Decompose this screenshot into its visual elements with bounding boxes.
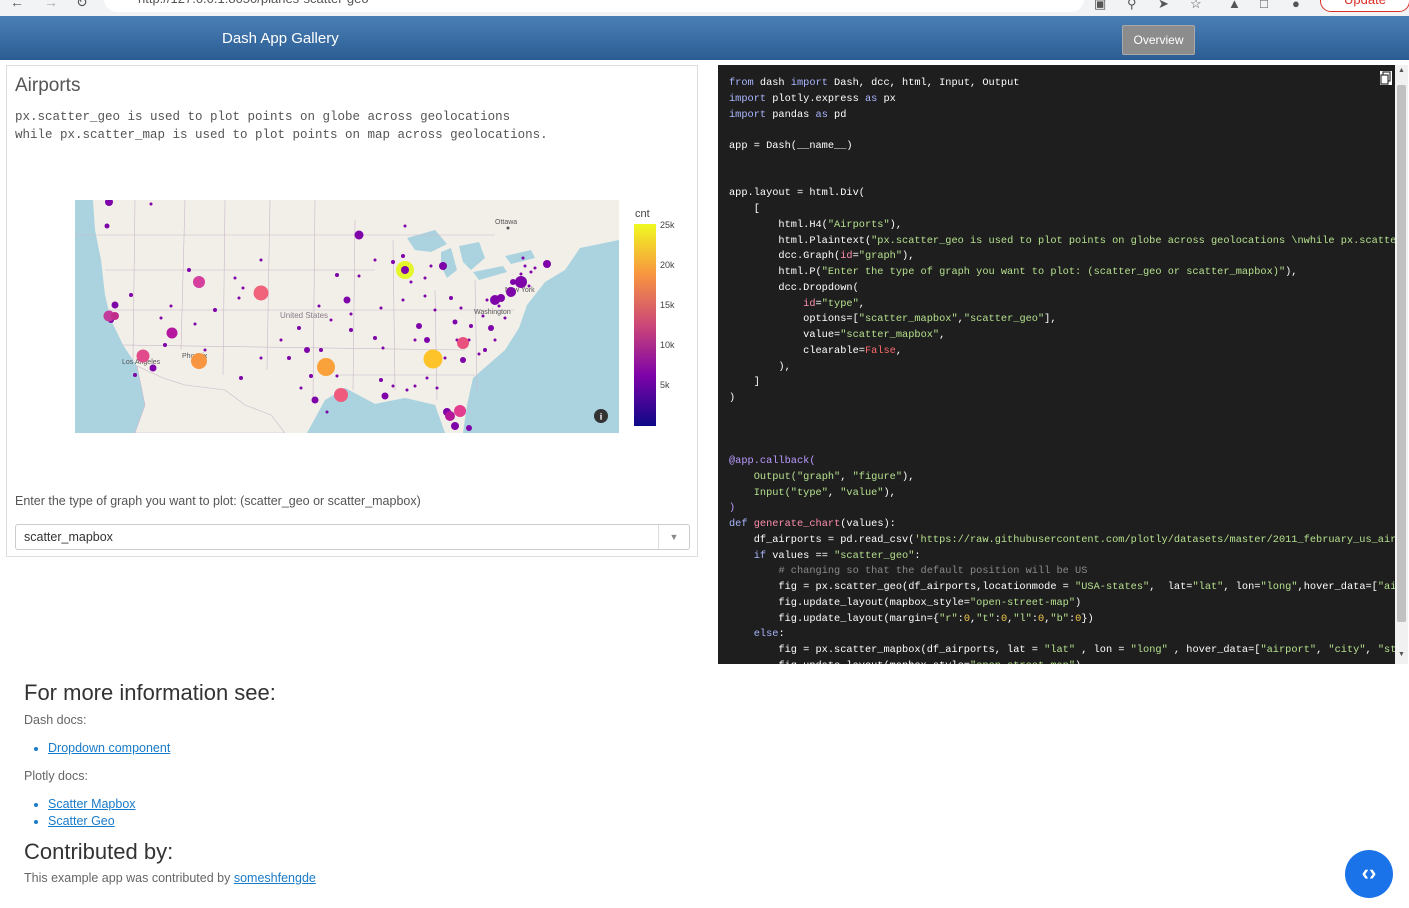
map-label-ottawa: Ottawa [495, 219, 517, 226]
app-title[interactable]: Dash App Gallery [222, 30, 339, 47]
colorbar-tick: 25k [660, 220, 675, 230]
zoom-icon[interactable]: ⚲ [1127, 0, 1137, 12]
graph-type-dropdown[interactable]: scatter_mapbox ▼ [15, 524, 690, 550]
airports-map[interactable]: Ottawa United States New York Washington… [75, 200, 619, 433]
graph-type-prompt: Enter the type of graph you want to plot… [15, 494, 421, 508]
description-plaintext: px.scatter_geo is used to plot points on… [15, 110, 548, 142]
plotly-docs-label: Plotly docs: [24, 769, 88, 783]
contributed-heading: Contributed by: [24, 839, 174, 864]
scroll-up-icon[interactable]: ▲ [1395, 67, 1408, 74]
colorbar-tick: 20k [660, 260, 675, 270]
forward-icon[interactable]: → [44, 0, 58, 10]
update-button[interactable]: Update [1320, 0, 1409, 12]
dropdown-value: scatter_mapbox [24, 530, 113, 544]
scatter-mapbox-link[interactable]: Scatter Mapbox [48, 797, 136, 811]
card-title: Airports [15, 75, 81, 96]
source-code-panel[interactable]: from dash import Dash, dcc, html, Input,… [718, 65, 1395, 664]
share-icon[interactable]: ➤ [1158, 0, 1169, 12]
copy-icon[interactable] [1380, 71, 1392, 85]
tab-search-icon[interactable]: □ [1260, 0, 1268, 11]
extension-icon[interactable]: ▲ [1228, 0, 1241, 11]
contributor-link[interactable]: someshfengde [234, 871, 316, 885]
app-card: Airports px.scatter_geo is used to plot … [6, 65, 698, 557]
bookmark-star-icon[interactable]: ☆ [1190, 0, 1202, 12]
dropdown-component-link[interactable]: Dropdown component [48, 741, 170, 755]
scroll-down-icon[interactable]: ▼ [1395, 651, 1408, 658]
dash-docs-label: Dash docs: [24, 713, 87, 727]
translate-icon[interactable]: ▣ [1094, 0, 1106, 12]
overview-button[interactable]: Overview [1122, 25, 1195, 55]
map-label-united-states: United States [280, 311, 328, 320]
more-info-section: For more information see: Dash docs: Dro… [24, 680, 924, 885]
colorbar-tick: 10k [660, 340, 675, 350]
profile-icon[interactable]: ● [1292, 0, 1300, 11]
reload-icon[interactable]: ↻ [76, 0, 88, 11]
scatter-geo-link[interactable]: Scatter Geo [48, 814, 115, 828]
code-scrollbar[interactable]: ▲ ▼ [1395, 65, 1408, 664]
scrollbar-thumb[interactable] [1397, 85, 1406, 622]
contributed-text: This example app was contributed by [24, 871, 234, 885]
colorbar-tick: 5k [660, 380, 670, 390]
back-icon[interactable]: ← [10, 0, 24, 10]
colorbar-title: cnt [635, 208, 650, 220]
map-label-washington: Washington [474, 309, 511, 316]
code-brackets-icon[interactable]: ‹› [1345, 850, 1393, 898]
colorbar-tick: 15k [660, 300, 675, 310]
chevron-down-icon[interactable]: ▼ [658, 525, 689, 549]
address-bar[interactable]: http://127.0.0.1:8050/planes-scatter-geo [104, 0, 1084, 12]
app-header: Dash App Gallery Overview [0, 16, 1409, 60]
browser-toolbar: ← → ↻ http://127.0.0.1:8050/planes-scatt… [0, 0, 1409, 16]
source-code: from dash import Dash, dcc, html, Input,… [729, 77, 1395, 664]
more-info-heading: For more information see: [24, 680, 276, 705]
colorbar [634, 224, 656, 426]
